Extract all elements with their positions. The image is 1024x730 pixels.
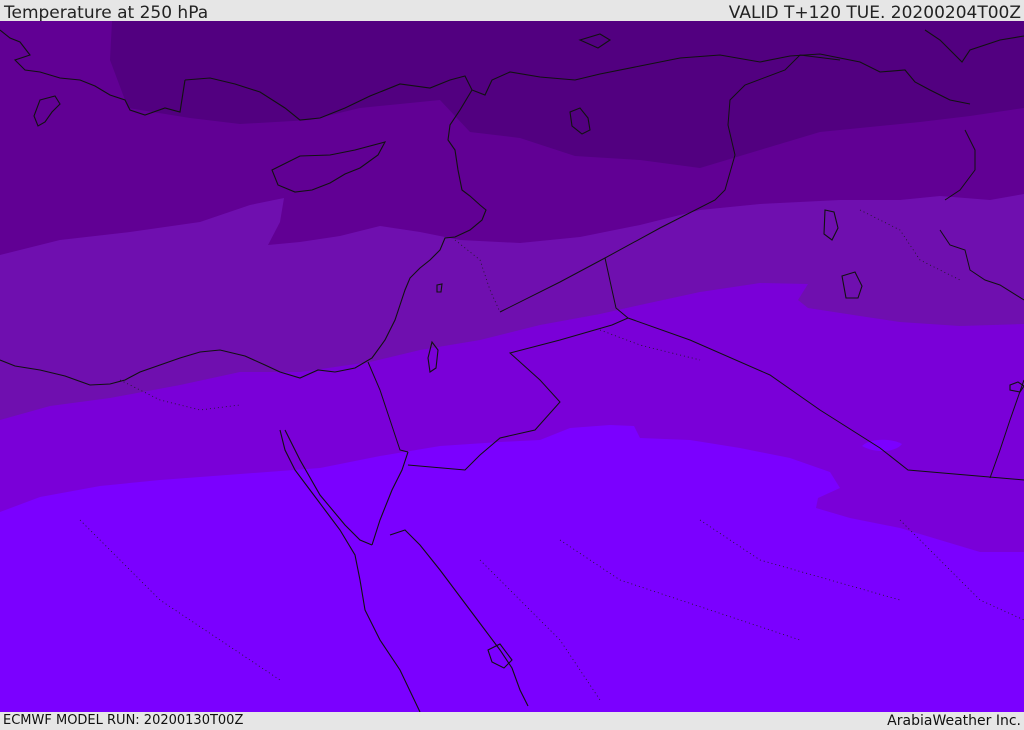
footer-bar: ECMWF MODEL RUN: 20200130T00Z ArabiaWeat… xyxy=(0,712,1024,729)
temperature-map xyxy=(0,21,1024,712)
map-panel[interactable] xyxy=(0,21,1024,712)
model-run-label: ECMWF MODEL RUN: 20200130T00Z xyxy=(3,713,244,728)
brand-label: ArabiaWeather Inc. xyxy=(887,713,1021,729)
header-bar: Temperature at 250 hPa VALID T+120 TUE. … xyxy=(0,0,1024,23)
chart-title: Temperature at 250 hPa xyxy=(4,3,209,23)
valid-time: VALID T+120 TUE. 20200204T00Z xyxy=(728,3,1021,23)
